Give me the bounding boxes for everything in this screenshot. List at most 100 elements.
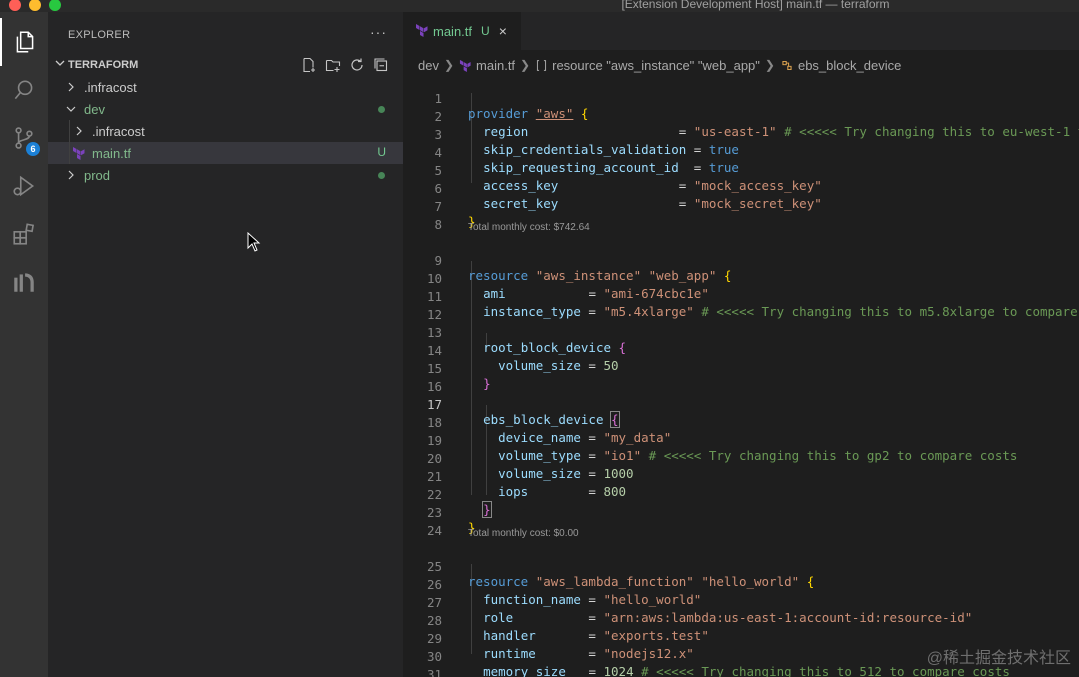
symbol-structure-icon	[535, 59, 548, 72]
tree-item-label: prod	[84, 167, 111, 183]
activity-bar: 6	[0, 12, 48, 677]
line-number: 24	[426, 523, 442, 538]
breadcrumb: dev ❯ main.tf ❯ resource "aws_instance" …	[418, 56, 901, 74]
terraform-icon	[72, 146, 86, 160]
code-line: 7 }	[403, 183, 1079, 229]
tree-item-label: dev	[84, 101, 105, 117]
search-activity-button[interactable]	[0, 66, 48, 114]
tab-status: U	[481, 24, 490, 38]
indent-guide	[69, 120, 70, 142]
infracost-icon	[14, 273, 34, 292]
code-line: 11 instance_type = "m5.4xlarge" # <<<<< …	[403, 273, 1079, 319]
cost-code-lens[interactable]: Total monthly cost: $0.00	[468, 525, 579, 543]
workspace-folder-header[interactable]: TERRAFORM	[48, 54, 403, 76]
tree-item-label: .infracost	[84, 79, 137, 95]
more-actions-button[interactable]: ···	[370, 24, 387, 40]
tree-item-label: main.tf	[92, 145, 132, 161]
tab-main-tf[interactable]: main.tf U ×	[403, 12, 521, 50]
code-line: 12	[403, 291, 1079, 322]
cost-code-lens[interactable]: Total monthly cost: $742.64	[468, 219, 590, 237]
code-line: 20 volume_size = 1000	[403, 435, 1079, 481]
tree-item-prod[interactable]: prod	[48, 164, 403, 186]
breadcrumb-item[interactable]: main.tf	[476, 58, 515, 73]
terraform-icon	[459, 59, 472, 72]
code-line: 10 ami = "ami-674cbc1e"	[403, 255, 1079, 301]
tree-item-main-tf[interactable]: main.tf U	[48, 142, 403, 164]
editor-area: main.tf U × dev ❯ main.tf ❯ resource "aw…	[403, 12, 1079, 677]
code-line: 22 }	[403, 471, 1079, 518]
explorer-title: EXPLORER	[68, 29, 131, 41]
extensions-activity-button[interactable]	[0, 210, 48, 258]
tree-item-infracost[interactable]: .infracost	[48, 76, 403, 98]
modified-dot	[378, 106, 385, 113]
workspace-folder-title: TERRAFORM	[68, 59, 139, 71]
code-line: 28 handler = "exports.test"	[403, 597, 1079, 643]
code-line: 14 volume_size = 50	[403, 327, 1079, 373]
breadcrumb-item[interactable]: resource "aws_instance" "web_app"	[552, 58, 760, 73]
symbol-field-icon	[780, 59, 794, 72]
title-bar: [Extension Development Host] main.tf — t…	[0, 0, 1079, 12]
infracost-activity-button[interactable]	[0, 258, 48, 306]
code-line: 23 }	[403, 489, 1079, 535]
code-line: 18 device_name = "my_data"	[403, 399, 1079, 445]
chevron-right-icon: ❯	[764, 58, 775, 72]
chevron-right-icon: ❯	[520, 58, 531, 72]
explorer-activity-button[interactable]	[0, 18, 48, 66]
code-line: 32	[403, 669, 1079, 677]
chevron-right-icon	[64, 82, 78, 92]
line-number: 8	[434, 217, 442, 232]
code-line: 9 resource "aws_instance" "web_app" {	[403, 237, 1079, 283]
run-debug-icon	[13, 175, 35, 197]
chevron-down-icon	[64, 104, 78, 114]
code-line: 16	[403, 363, 1079, 394]
terraform-icon	[415, 23, 429, 40]
tab-bar: main.tf U ×	[403, 12, 1079, 50]
breadcrumb-item[interactable]: ebs_block_device	[798, 58, 901, 73]
explorer-sidebar: EXPLORER ··· TERRAFORM .infracost dev .i…	[48, 12, 403, 677]
code-line: 29 runtime = "nodejs12.x"	[403, 615, 1079, 661]
code-line: 5 access_key = "mock_access_key"	[403, 147, 1079, 193]
extensions-icon	[13, 223, 35, 245]
code-line: 1 provider "aws" {	[403, 75, 1079, 121]
code-line: 6 secret_key = "mock_secret_key"	[403, 165, 1079, 211]
tree-item-label: .infracost	[92, 123, 145, 139]
code-line: 19 volume_type = "io1" # <<<<< Try chang…	[403, 417, 1079, 463]
untracked-status: U	[377, 145, 386, 159]
explorer-actions	[301, 57, 389, 73]
code-line: 26 function_name = "hello_world"	[403, 561, 1079, 607]
chevron-down-icon	[54, 56, 68, 74]
mouse-pointer-icon	[247, 232, 261, 252]
code-line: 2 region = "us-east-1" # <<<<< Try chang…	[403, 93, 1079, 139]
tab-label: main.tf	[433, 23, 473, 39]
files-icon	[16, 31, 34, 53]
code-line: 3 skip_credentials_validation = true	[403, 111, 1079, 157]
close-tab-button[interactable]: ×	[499, 23, 507, 39]
scm-badge: 6	[26, 142, 40, 156]
code-line: 25 resource "aws_lambda_function" "hello…	[403, 543, 1079, 589]
code-line: 4 skip_requesting_account_id = true	[403, 129, 1079, 175]
code-line: 24	[403, 507, 1079, 538]
refresh-icon[interactable]	[349, 57, 365, 73]
chevron-right-icon: ❯	[443, 58, 455, 72]
window-title: [Extension Development Host] main.tf — t…	[621, 0, 890, 11]
tree-item-dev-infracost[interactable]: .infracost	[48, 120, 403, 142]
new-file-icon[interactable]	[301, 57, 317, 73]
code-line-current: 17 ebs_block_device {	[403, 381, 1079, 428]
code-line: 21 iops = 800	[403, 453, 1079, 499]
code-line: 13 root_block_device {	[403, 309, 1079, 355]
code-line: 15 }	[403, 345, 1079, 391]
run-debug-activity-button[interactable]	[0, 162, 48, 210]
indent-guide	[69, 142, 70, 164]
collapse-all-icon[interactable]	[373, 57, 389, 73]
chevron-right-icon	[64, 170, 78, 180]
breadcrumb-item[interactable]: dev	[418, 58, 439, 73]
modified-dot	[378, 172, 385, 179]
new-folder-icon[interactable]	[325, 57, 341, 73]
chevron-right-icon	[72, 126, 86, 136]
watermark: @稀土掘金技术社区	[926, 650, 1071, 667]
tree-item-dev[interactable]: dev	[48, 98, 403, 120]
code-line: 8	[403, 201, 1079, 232]
code-line: 27 role = "arn:aws:lambda:us-east-1:acco…	[403, 579, 1079, 625]
search-icon	[14, 80, 33, 100]
source-control-activity-button[interactable]: 6	[0, 114, 48, 162]
